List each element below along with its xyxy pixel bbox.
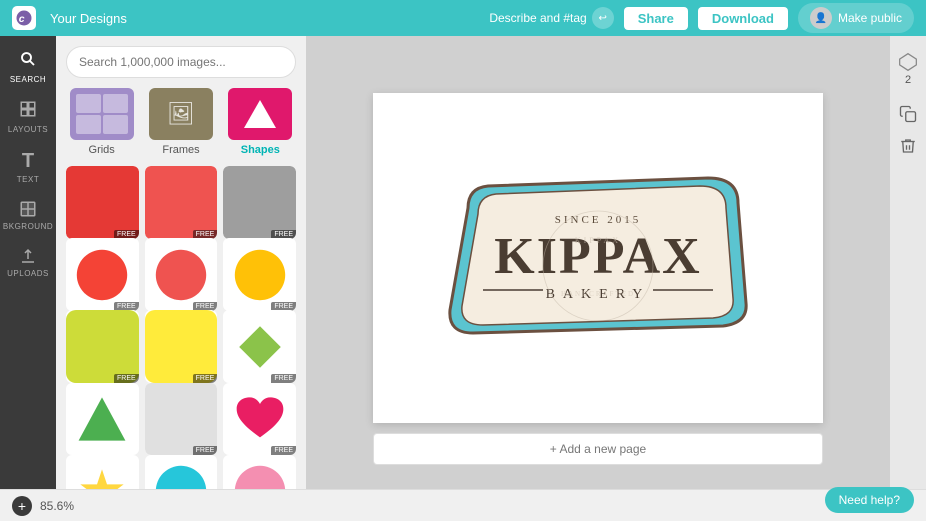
sidebar-item-search[interactable]: SEARCH xyxy=(0,44,56,90)
shape-cell-green-diamond[interactable]: FREE xyxy=(223,310,296,383)
left-sidebar: SEARCH LAYOUTS T TEXT xyxy=(0,36,56,521)
sidebar-search-label: SEARCH xyxy=(10,75,46,84)
search-icon xyxy=(19,50,37,73)
shape-cell-yellow-circle[interactable]: FREE xyxy=(223,238,296,311)
page-number: 2 xyxy=(905,74,911,86)
describe-tag-label: Describe and #tag xyxy=(489,11,586,25)
sidebar-item-text[interactable]: T TEXT xyxy=(0,144,56,190)
svg-text:HANDCRAFTED: HANDCRAFTED xyxy=(561,290,635,298)
text-icon: T xyxy=(22,150,34,173)
svg-text:KIPPAX: KIPPAX xyxy=(575,236,621,245)
shape-cell-light-gray-rect[interactable]: FREE xyxy=(145,383,218,456)
shapes-thumbnail xyxy=(228,88,292,140)
shape-cell-pink-heart[interactable]: FREE xyxy=(223,383,296,456)
make-public-label: Make public xyxy=(838,11,902,25)
sidebar-text-label: TEXT xyxy=(17,175,39,184)
canva-logo-icon: c xyxy=(12,6,36,30)
category-shapes[interactable]: Shapes xyxy=(225,88,296,156)
free-badge: FREE xyxy=(271,374,296,383)
sidebar-item-uploads[interactable]: UPLOADS xyxy=(0,241,56,284)
sidebar-uploads-label: UPLOADS xyxy=(7,269,49,278)
search-bar xyxy=(56,36,306,88)
free-badge: FREE xyxy=(193,374,218,383)
shape-cell-green-triangle[interactable] xyxy=(66,383,139,456)
grids-label: Grids xyxy=(89,144,115,156)
svg-text:c: c xyxy=(19,13,25,25)
frame-icon: 🖼 xyxy=(167,101,195,127)
shape-cell-pink-circle[interactable]: FREE xyxy=(145,238,218,311)
zoom-plus-button[interactable]: + xyxy=(12,496,32,516)
zoom-level: 85.6% xyxy=(40,499,74,513)
shape-cell-red-circle[interactable]: FREE xyxy=(66,238,139,311)
copy-icon xyxy=(896,102,920,126)
shape-cell-lime-rect[interactable]: FREE xyxy=(66,310,139,383)
shape-cell-gray-rect[interactable]: FREE xyxy=(223,166,296,239)
share-button[interactable]: Share xyxy=(624,7,688,30)
sidebar-layouts-label: LAYOUTS xyxy=(8,125,48,134)
shape-cell-yellow-rect[interactable]: FREE xyxy=(145,310,218,383)
shapes-panel: Grids 🖼 Frames Shapes FREE xyxy=(56,36,306,521)
add-page-button[interactable]: + Add a new page xyxy=(373,433,823,465)
frames-label: Frames xyxy=(162,144,199,156)
canvas-area: SINCE 2015 KIPPAX BAKERY KIPPAX HANDCRAF… xyxy=(306,36,890,521)
free-badge: FREE xyxy=(193,446,218,455)
free-badge: FREE xyxy=(271,446,296,455)
free-badge: FREE xyxy=(114,374,139,383)
canvas-content: SINCE 2015 KIPPAX BAKERY KIPPAX HANDCRAF… xyxy=(428,148,768,368)
page-number-indicator: 2 xyxy=(898,52,918,86)
header: c Your Designs Describe and #tag ↩ Share… xyxy=(0,0,926,36)
sidebar-background-label: BKGROUND xyxy=(3,222,53,231)
shapes-grid: FREE FREE FREE FREE FREE FREE xyxy=(56,166,306,521)
category-frames[interactable]: 🖼 Frames xyxy=(145,88,216,156)
shape-cell-red-rect[interactable]: FREE xyxy=(66,166,139,239)
background-icon xyxy=(19,200,37,220)
triangle-icon xyxy=(244,100,276,128)
download-button[interactable]: Download xyxy=(698,7,788,30)
sidebar-item-layouts[interactable]: LAYOUTS xyxy=(0,94,56,140)
shape-cell-orange-rect[interactable]: FREE xyxy=(145,166,218,239)
main-layout: SEARCH LAYOUTS T TEXT xyxy=(0,36,926,521)
frames-thumbnail: 🖼 xyxy=(149,88,213,140)
avatar: 👤 xyxy=(810,7,832,29)
need-help-button[interactable]: Need help? xyxy=(825,487,914,513)
sidebar-item-background[interactable]: BKGROUND xyxy=(0,194,56,237)
describe-and-tag-button[interactable]: Describe and #tag ↩ xyxy=(489,7,613,29)
grids-thumbnail xyxy=(70,88,134,140)
make-public-button[interactable]: 👤 Make public xyxy=(798,3,914,33)
canvas-page[interactable]: SINCE 2015 KIPPAX BAKERY KIPPAX HANDCRAF… xyxy=(373,93,823,423)
right-toolbar: 2 xyxy=(890,36,926,521)
delete-button[interactable] xyxy=(896,134,920,158)
category-grids[interactable]: Grids xyxy=(66,88,137,156)
copy-button[interactable] xyxy=(896,102,920,126)
canva-logo[interactable]: c xyxy=(12,6,36,30)
category-tabs: Grids 🖼 Frames Shapes xyxy=(56,88,306,166)
layouts-icon xyxy=(19,100,37,123)
bottom-bar: + 85.6% xyxy=(0,489,926,521)
tag-icon: ↩ xyxy=(592,7,614,29)
search-input[interactable] xyxy=(66,46,296,78)
page-title: Your Designs xyxy=(50,11,127,26)
uploads-icon xyxy=(19,247,37,267)
shapes-label: Shapes xyxy=(241,144,280,156)
trash-icon xyxy=(896,134,920,158)
